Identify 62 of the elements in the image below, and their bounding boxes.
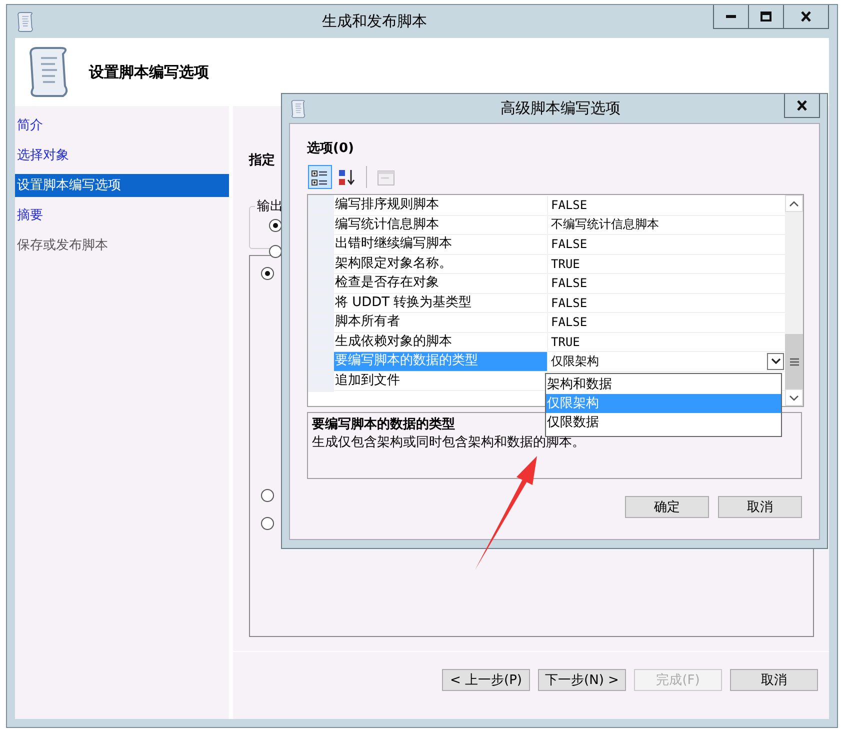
minimize-icon [726,15,736,18]
dialog-button[interactable]: 确定 [625,496,709,518]
scroll-down-button[interactable] [785,389,803,406]
scroll-thumb[interactable] [785,334,803,389]
maximize-icon [760,11,772,22]
property-value: FALSE [551,237,588,252]
wizard-button[interactable]: 下一步(N) > [538,669,626,691]
chevron-up-icon [789,200,799,206]
radio-button[interactable] [269,245,282,258]
close-button[interactable] [784,94,820,118]
nav-item[interactable]: 摘要 [15,204,229,227]
window-icon [377,168,395,186]
wizard-button[interactable]: 取消 [730,669,818,691]
property-name[interactable]: 出错时继续编写脚本 [334,235,548,254]
property-name[interactable]: 架构限定对象名称。 [334,254,548,273]
group-label: 输出 [256,198,284,215]
page-title: 设置脚本编写选项 [89,62,209,82]
grip-icon [790,358,798,366]
dialog-title: 高级脚本编写选项 [500,99,622,118]
close-button[interactable] [783,5,829,29]
property-value: FALSE [551,296,588,310]
window-title: 生成和发布脚本 [321,12,428,31]
property-value: TRUE [551,256,581,271]
property-value: TRUE [551,334,581,349]
scroll-icon [289,98,307,118]
property-value: FALSE [551,315,588,330]
radio-button[interactable] [261,489,274,502]
nav-item: 保存或发布脚本 [16,237,109,255]
wizard-button[interactable]: < 上一步(P) [442,669,530,691]
property-name[interactable]: 将 UDDT 转换为基类型 [334,294,548,312]
nav-item[interactable]: 设置脚本编写选项 [15,174,229,197]
property-value: 不编写统计信息脚本 [551,216,660,234]
property-name[interactable]: 脚本所有者 [334,313,548,332]
property-name[interactable]: 生成依赖对象的脚本 [334,332,548,351]
property-value: FALSE [551,198,588,212]
radio-button[interactable] [269,219,282,232]
dialog-button[interactable]: 取消 [718,496,802,518]
property-name[interactable]: 编写统计信息脚本 [334,216,548,234]
sort-icon [338,168,356,186]
dropdown-option[interactable]: 仅限数据 [546,413,781,432]
chevron-down-icon [770,358,780,365]
dropdown-option[interactable]: 架构和数据 [546,375,781,394]
nav-item[interactable]: 简介 [15,114,229,137]
property-name[interactable]: 编写排序规则脚本 [334,196,548,214]
scroll-icon [15,10,35,32]
minimize-button[interactable] [713,5,749,29]
property-value: FALSE [551,276,588,290]
radio-button[interactable] [261,517,274,530]
nav-item[interactable]: 选择对象 [15,144,229,167]
toolbar-button[interactable] [308,165,332,189]
dropdown-button[interactable] [767,352,784,370]
description-title: 要编写脚本的数据的类型 [312,416,455,433]
property-name[interactable]: 检查是否存在对象 [334,274,548,292]
section-label: 选项(0) [307,140,355,157]
radio-button[interactable] [261,267,274,280]
close-icon [796,100,808,111]
chevron-down-icon [789,394,799,400]
scroll-up-button[interactable] [785,195,803,212]
property-value: 仅限架构 [551,352,600,370]
close-icon [800,11,812,22]
page-heading: 指定 [249,152,276,169]
list-icon [311,168,329,186]
